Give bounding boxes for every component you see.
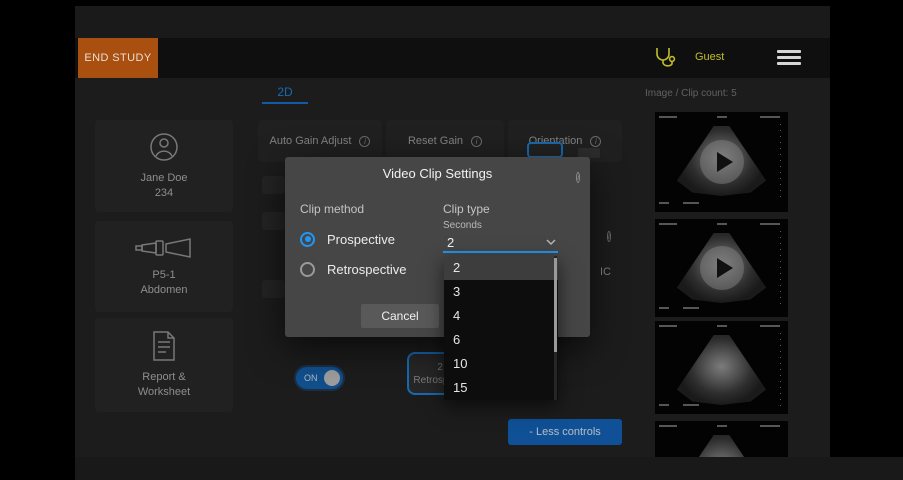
dropdown-option-6[interactable]: 6	[444, 328, 558, 352]
end-study-button[interactable]: END STUDY	[78, 38, 158, 78]
cancel-button[interactable]: Cancel	[361, 304, 439, 328]
stethoscope-icon	[652, 45, 678, 76]
clip-type-label: Clip type	[443, 202, 490, 216]
info-icon[interactable]: i	[576, 167, 580, 185]
retrospective-label: Retrospective	[327, 262, 406, 277]
top-strip	[75, 6, 830, 38]
seconds-select[interactable]: 2	[443, 233, 558, 253]
seconds-label: Seconds	[443, 220, 482, 231]
chevron-down-icon	[546, 239, 556, 245]
dropdown-option-15[interactable]: 15	[444, 376, 558, 400]
dropdown-option-2[interactable]: 2	[444, 256, 558, 280]
clip-method-label: Clip method	[300, 202, 364, 216]
dialog-title: Video Clip Settings	[285, 166, 590, 181]
app-window: END STUDY Guest 2D Image / Clip count: 5…	[0, 0, 903, 480]
dropdown-option-3[interactable]: 3	[444, 280, 558, 304]
radio-prospective[interactable]: Prospective	[300, 231, 395, 247]
user-label[interactable]: Guest	[695, 51, 724, 63]
right-letterbox	[830, 0, 903, 457]
dropdown-option-4[interactable]: 4	[444, 304, 558, 328]
radio-selected-icon	[300, 232, 315, 247]
bottom-strip	[75, 457, 903, 480]
radio-unselected-icon	[300, 262, 315, 277]
prospective-label: Prospective	[327, 232, 395, 247]
radio-retrospective[interactable]: Retrospective	[300, 261, 406, 277]
scrollbar-thumb[interactable]	[554, 258, 557, 352]
seconds-dropdown-list: 2 3 4 6 10 15	[444, 256, 558, 400]
seconds-selected-value: 2	[447, 235, 454, 250]
menu-icon[interactable]	[777, 50, 801, 66]
dropdown-option-10[interactable]: 10	[444, 352, 558, 376]
